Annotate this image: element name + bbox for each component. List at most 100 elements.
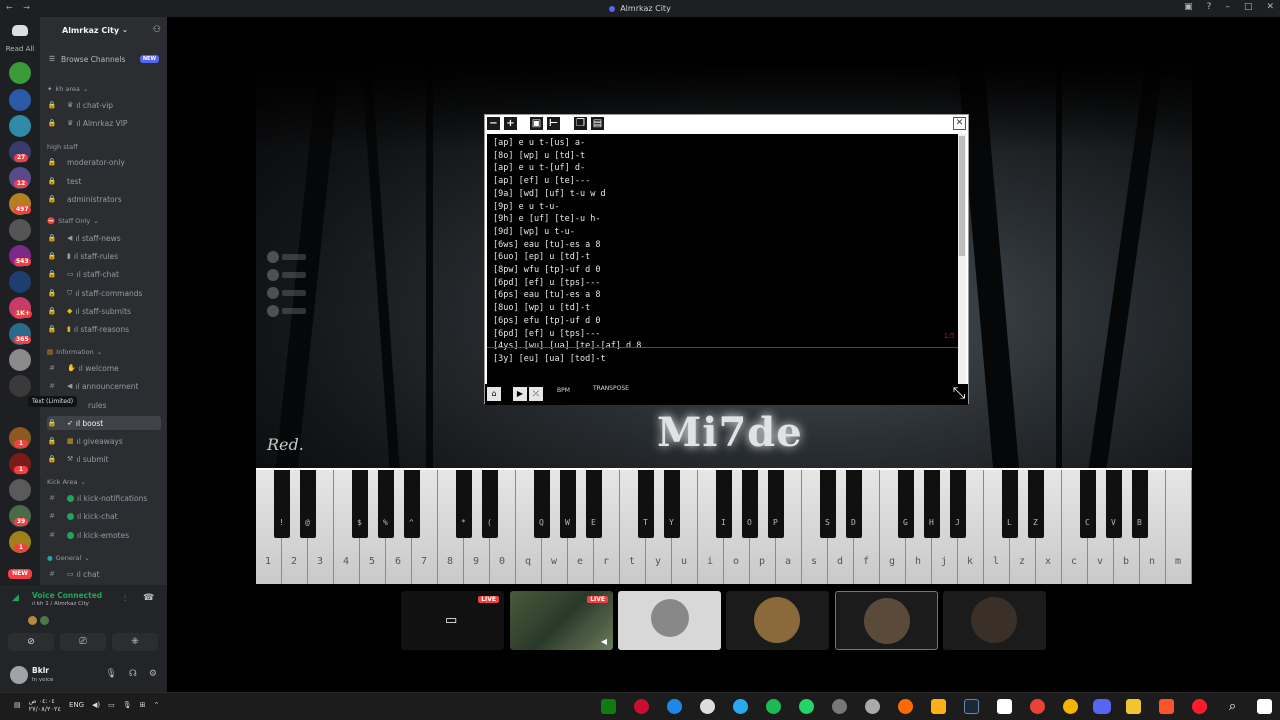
server-icon[interactable]	[9, 62, 31, 84]
black-key[interactable]: S	[819, 470, 837, 538]
voice-status[interactable]: Voice Connected	[32, 591, 102, 600]
channel-giveaways[interactable]: 🔒 ▦ ıl giveaways	[47, 434, 161, 448]
microphone-icon[interactable]: 🎙	[123, 701, 132, 709]
stream-tile[interactable]: LIVE ◀	[510, 591, 613, 650]
black-key[interactable]: I	[715, 470, 733, 538]
music-sheet[interactable]: [ap] e u t-[us] a- [8o] [wp] u [td]-t [ap]…	[487, 134, 959, 384]
screen-share-button[interactable]: ⎚	[60, 633, 106, 651]
file-icon[interactable]	[997, 699, 1012, 714]
participant-tile[interactable]	[726, 591, 829, 650]
telegram-icon[interactable]	[733, 699, 748, 714]
black-key[interactable]: @	[299, 470, 317, 538]
gamepad-icon[interactable]: ⌂	[487, 387, 501, 401]
signal-icon[interactable]: ◢	[12, 593, 19, 603]
black-key[interactable]: J	[949, 470, 967, 538]
black-key[interactable]: H	[923, 470, 941, 538]
channel-test[interactable]: 🔒 test	[47, 174, 161, 188]
scroll-thumb[interactable]	[959, 136, 965, 256]
black-key[interactable]: %	[377, 470, 395, 538]
avatar[interactable]	[28, 616, 37, 625]
play-button[interactable]: ▶	[513, 387, 527, 401]
read-all-button[interactable]: Read All	[0, 45, 40, 53]
black-key[interactable]: Z	[1027, 470, 1045, 538]
inbox-icon[interactable]: ▣	[1184, 2, 1193, 12]
search-icon[interactable]: ⌕	[1225, 699, 1240, 714]
server-icon[interactable]	[9, 89, 31, 111]
notepad-icon[interactable]: ▤	[14, 701, 21, 709]
stream-stage[interactable]: Red. Mi7de 1 2 3 4 5 6 7 8 9 0 q w e r t y u i o p a s d f g h j k l…	[167, 17, 1280, 692]
channel-staff-submits[interactable]: 🔒 ◆ ıl staff-submits	[47, 304, 161, 318]
channel-kick-emotes[interactable]: # ıl kick-emotes	[47, 528, 161, 542]
whatsapp-icon[interactable]	[799, 699, 814, 714]
screen-share-tile[interactable]: ▭ LIVE	[401, 591, 504, 650]
channel-kick-notifications[interactable]: # ıl kick-notifications	[47, 491, 161, 505]
discord-home-icon[interactable]	[12, 25, 28, 36]
black-key[interactable]: L	[1001, 470, 1019, 538]
channel-chat[interactable]: # ▭ ıl chat	[47, 567, 161, 581]
black-key[interactable]: P	[767, 470, 785, 538]
language-indicator[interactable]: ENG	[69, 701, 84, 709]
server-header[interactable]: Almrkaz City ⌄ ⚇	[40, 17, 167, 43]
virtual-piano[interactable]: 1 2 3 4 5 6 7 8 9 0 q w e r t y u i o p a s d f g h j k l z x c v b n m! @ $%…	[256, 468, 1192, 584]
black-key[interactable]: $	[351, 470, 369, 538]
black-key[interactable]: O	[741, 470, 759, 538]
folder-icon[interactable]	[1126, 699, 1141, 714]
server-icon[interactable]	[9, 271, 31, 293]
channel-staff-chat[interactable]: 🔒 ▭ ıl staff-chat	[47, 267, 161, 281]
activities-button[interactable]: ⁜	[112, 633, 158, 651]
chevron-up-icon[interactable]: ⌃	[154, 701, 160, 709]
category-high-staff[interactable]: high staff	[47, 143, 78, 151]
app-icon[interactable]	[865, 699, 880, 714]
black-key[interactable]: (	[481, 470, 499, 538]
chrome-icon[interactable]	[1030, 699, 1045, 714]
channel-kick-chat[interactable]: # ıl kick-chat	[47, 509, 161, 523]
steam-icon[interactable]	[964, 699, 979, 714]
opera-icon[interactable]	[1192, 699, 1207, 714]
server-icon[interactable]	[9, 115, 31, 137]
zoom-out-button[interactable]: −	[487, 117, 500, 130]
category-kick-area[interactable]: Kick Area ⌄	[47, 478, 86, 486]
channel-submit[interactable]: 🔒 ⚒ ıl submit	[47, 452, 161, 466]
category-general[interactable]: ● General ⌄	[47, 554, 90, 562]
app-icon[interactable]	[1063, 699, 1078, 714]
black-key[interactable]: Q	[533, 470, 551, 538]
zoom-in-button[interactable]: +	[504, 117, 517, 130]
save-icon[interactable]: ▣	[530, 117, 543, 130]
avatar[interactable]	[10, 666, 28, 684]
channel-staff-news[interactable]: 🔒 ◀ ıl staff-news	[47, 231, 161, 245]
black-key[interactable]: W	[559, 470, 577, 538]
headphones-icon[interactable]: ☊	[129, 669, 137, 679]
paste-icon[interactable]: ▤	[591, 117, 604, 130]
brave-icon[interactable]	[1159, 699, 1174, 714]
app-icon[interactable]	[832, 699, 847, 714]
black-key[interactable]: C	[1079, 470, 1097, 538]
participant-tile-speaking[interactable]	[835, 591, 938, 650]
close-button[interactable]: ✕	[1266, 2, 1274, 12]
shuffle-icon[interactable]: ⤫	[529, 387, 543, 401]
gear-icon[interactable]: ⚙	[149, 669, 157, 679]
username[interactable]: Bklr	[32, 666, 49, 675]
server-icon[interactable]	[9, 479, 31, 501]
channel-administrators[interactable]: 🔒 administrators	[47, 192, 161, 206]
voice-location[interactable]: ıl kh 1 / Almrkaz City	[32, 601, 89, 607]
channel-almrkaz-vip[interactable]: 🔒 ♛ ıl Almrkaz VIP	[47, 116, 161, 130]
resize-icon[interactable]: ⤡	[950, 384, 968, 402]
black-key[interactable]: V	[1105, 470, 1123, 538]
windows-icon[interactable]: ⊞	[140, 701, 146, 709]
align-icon[interactable]: ⊢	[547, 117, 560, 130]
add-member-icon[interactable]: ⚇	[153, 25, 161, 35]
maximize-button[interactable]: □	[1244, 2, 1253, 12]
nav-arrows-icon[interactable]: ← →	[6, 3, 34, 12]
channel-welcome[interactable]: # ✋ ıl welcome	[47, 361, 161, 375]
spotify-icon[interactable]	[766, 699, 781, 714]
network-icon[interactable]: ▭	[108, 701, 115, 709]
black-key[interactable]: T	[637, 470, 655, 538]
server-icon[interactable]	[9, 219, 31, 241]
xbox-icon[interactable]	[601, 699, 616, 714]
white-key[interactable]: m	[1166, 470, 1192, 584]
category-information[interactable]: ▤ Information ⌄	[47, 348, 102, 356]
minimize-button[interactable]: –	[1225, 2, 1230, 12]
channel-boost[interactable]: 🔒 ➶ ıl boost	[47, 416, 161, 430]
app-icon[interactable]	[667, 699, 682, 714]
server-icon[interactable]	[9, 375, 31, 397]
